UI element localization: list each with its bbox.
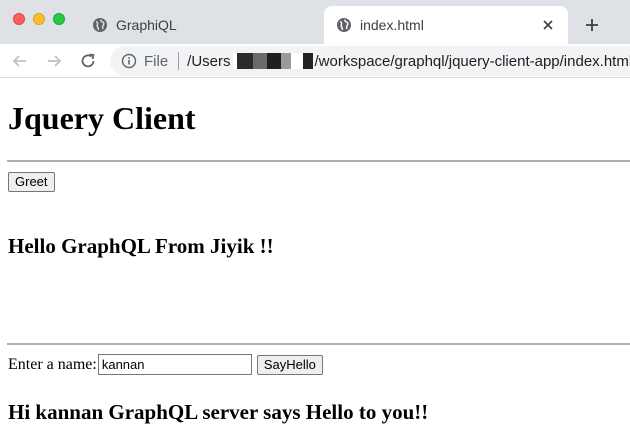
address-separator [178, 52, 180, 70]
arrow-left-icon[interactable] [8, 49, 32, 73]
name-form: Enter a name: SayHello [8, 354, 323, 375]
name-label: Enter a name: [8, 355, 97, 373]
maximize-window-button[interactable] [53, 13, 65, 25]
tab-title: index.html [360, 17, 424, 33]
globe-icon [93, 18, 107, 32]
horizontal-rule [7, 160, 630, 162]
greeting-message: Hello GraphQL From Jiyik !! [8, 234, 274, 258]
plus-icon[interactable] [578, 11, 606, 39]
tab-index-html[interactable]: index.html [324, 6, 568, 44]
info-icon[interactable] [121, 53, 137, 69]
reload-icon[interactable] [76, 49, 100, 73]
sayhello-button[interactable]: SayHello [256, 354, 323, 375]
file-scheme-label: File [144, 52, 169, 70]
globe-icon [337, 18, 351, 32]
response-message: Hi kannan GraphQL server says Hello to y… [8, 400, 429, 424]
arrow-right-icon[interactable] [42, 49, 66, 73]
name-input[interactable] [97, 354, 252, 375]
tab-strip: GraphiQL index.html [0, 0, 630, 44]
redacted-username [232, 53, 313, 69]
horizontal-rule [7, 343, 630, 345]
greet-button[interactable]: Greet [8, 172, 55, 192]
page-title: Jquery Client [8, 100, 196, 136]
close-window-button[interactable] [13, 13, 25, 25]
url-path-prefix: /Users [187, 52, 231, 70]
close-icon[interactable] [536, 13, 560, 37]
tab-title: GraphiQL [116, 17, 177, 33]
url-path-suffix: /workspace/graphql/jquery-client-app/ind… [314, 52, 630, 70]
address-bar[interactable]: File /Users /workspace/graphql/jquery-cl… [110, 46, 630, 76]
tab-graphiql[interactable]: GraphiQL [80, 6, 324, 44]
minimize-window-button[interactable] [33, 13, 45, 25]
toolbar: File /Users /workspace/graphql/jquery-cl… [0, 44, 630, 78]
